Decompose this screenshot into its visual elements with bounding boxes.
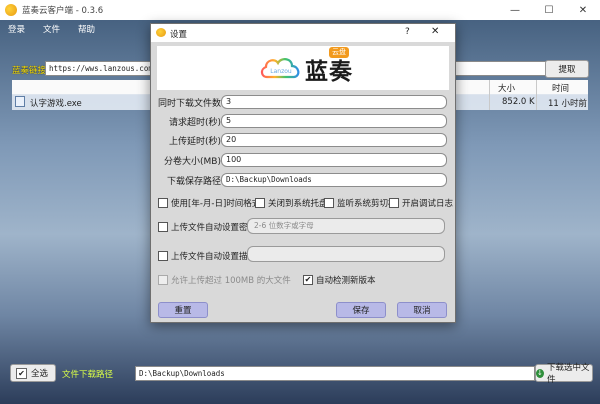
checkbox-box xyxy=(158,251,168,261)
column-header-time[interactable]: 时间 xyxy=(552,82,569,94)
download-path-input[interactable]: D:\Backup\Downloads xyxy=(135,366,535,381)
volume-size-input[interactable]: 100 xyxy=(221,153,447,167)
allow-large-upload-label: 允许上传超过 100MB 的大文件 xyxy=(171,276,291,286)
minimize-button[interactable]: — xyxy=(498,0,532,20)
concurrent-downloads-label: 同时下载文件数 xyxy=(157,99,221,109)
debug-log-checkbox[interactable]: 开启调试日志 xyxy=(389,197,453,209)
download-selected-button[interactable]: ↓ 下载选中文件 xyxy=(535,363,593,385)
upload-delay-label: 上传延时(秒) xyxy=(168,137,221,147)
allow-large-upload-checkbox[interactable]: 允许上传超过 100MB 的大文件 xyxy=(158,274,291,286)
watch-clipboard-label: 监听系统剪切板 xyxy=(337,199,397,209)
settings-dialog: 设置 ? ✕ Lanzou 蓝奏 云盘 同时下载文件数 3 请求超时(秒) 5 … xyxy=(150,23,456,323)
column-header-size[interactable]: 大小 xyxy=(498,82,515,94)
upload-password-checkbox[interactable]: 上传文件自动设置密码 xyxy=(158,221,256,233)
date-format-label: 使用[年-月-日]时间格式 xyxy=(171,199,261,209)
footer-bar: ✔ 全选 文件下载路径 D:\Backup\Downloads ↓ 下载选中文件 xyxy=(10,363,593,385)
dialog-titlebar: 设置 ? ✕ xyxy=(151,24,455,42)
save-path-input[interactable]: D:\Backup\Downloads xyxy=(221,173,447,187)
save-button[interactable]: 保存 xyxy=(336,302,386,318)
save-path-label: 下载保存路径 xyxy=(166,177,221,187)
maximize-button[interactable]: ☐ xyxy=(532,0,566,20)
select-all-button[interactable]: ✔ 全选 xyxy=(10,364,56,382)
request-timeout-label: 请求超时(秒) xyxy=(168,118,221,128)
upload-description-label: 上传文件自动设置描述 xyxy=(171,252,257,262)
checkbox-box xyxy=(158,222,168,232)
close-to-tray-label: 关闭到系统托盘 xyxy=(268,199,328,209)
checkbox-box xyxy=(158,275,168,285)
checkmark-icon: ✔ xyxy=(303,275,313,285)
extract-button[interactable]: 提取 xyxy=(545,60,589,78)
app-logo-icon xyxy=(5,4,17,16)
upload-description-input[interactable] xyxy=(247,246,445,262)
download-selected-label: 下载选中文件 xyxy=(546,363,590,385)
file-size: 852.0 K xyxy=(502,97,535,107)
select-all-label: 全选 xyxy=(31,369,49,379)
date-format-checkbox[interactable]: 使用[年-月-日]时间格式 xyxy=(158,197,260,209)
download-icon: ↓ xyxy=(536,368,544,378)
close-button[interactable]: ✕ xyxy=(566,0,600,20)
menu-login[interactable]: 登录 xyxy=(8,23,25,35)
dialog-close-button[interactable]: ✕ xyxy=(431,26,439,37)
close-to-tray-checkbox[interactable]: 关闭到系统托盘 xyxy=(255,197,328,209)
logo-banner: Lanzou 蓝奏 云盘 xyxy=(157,46,449,90)
column-divider xyxy=(536,80,537,110)
upload-description-checkbox[interactable]: 上传文件自动设置描述 xyxy=(158,250,256,262)
file-time: 11 小时前 xyxy=(548,99,588,109)
window-titlebar: 蓝奏云客户端 - 0.3.6 — ☐ ✕ xyxy=(0,0,600,20)
checkbox-box xyxy=(255,198,265,208)
upload-password-label: 上传文件自动设置密码 xyxy=(171,223,257,233)
dialog-title: 设置 xyxy=(170,30,188,40)
menu-file[interactable]: 文件 xyxy=(43,23,60,35)
column-divider xyxy=(489,80,490,110)
reset-button[interactable]: 重置 xyxy=(158,302,208,318)
menu-help[interactable]: 帮助 xyxy=(78,23,95,35)
share-link-label: 蓝奏链接 xyxy=(12,66,47,76)
dialog-app-icon xyxy=(156,28,166,37)
file-icon xyxy=(15,96,25,107)
watch-clipboard-checkbox[interactable]: 监听系统剪切板 xyxy=(324,197,397,209)
concurrent-downloads-input[interactable]: 3 xyxy=(221,95,447,109)
checkbox-box xyxy=(324,198,334,208)
volume-size-label: 分卷大小(MB) xyxy=(164,157,221,167)
logo-badge: 云盘 xyxy=(329,47,349,58)
checkbox-box xyxy=(389,198,399,208)
download-path-label: 文件下载路径 xyxy=(62,370,114,380)
cancel-button[interactable]: 取消 xyxy=(397,302,447,318)
checkbox-box xyxy=(158,198,168,208)
upload-delay-input[interactable]: 20 xyxy=(221,133,447,147)
auto-update-label: 自动检测新版本 xyxy=(316,276,376,286)
checkmark-icon: ✔ xyxy=(16,367,27,379)
cloud-logo-text: Lanzou xyxy=(270,68,292,75)
upload-password-input[interactable]: 2-6 位数字或字母 xyxy=(247,218,445,234)
help-button[interactable]: ? xyxy=(405,27,410,37)
request-timeout-input[interactable]: 5 xyxy=(221,114,447,128)
debug-log-label: 开启调试日志 xyxy=(402,199,454,209)
auto-update-checkbox[interactable]: ✔ 自动检测新版本 xyxy=(303,274,376,286)
file-name: 认字游戏.exe xyxy=(30,99,82,109)
cloud-logo-icon: Lanzou xyxy=(260,58,300,79)
window-title: 蓝奏云客户端 - 0.3.6 xyxy=(22,6,104,16)
